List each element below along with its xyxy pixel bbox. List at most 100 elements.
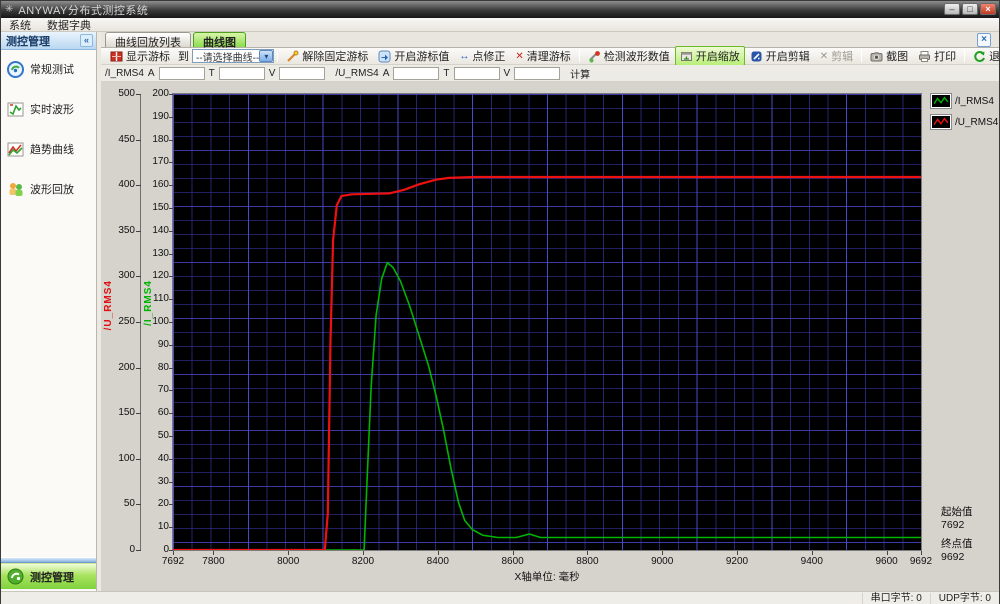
left-axis-tick-mark [136, 322, 141, 323]
content-area: 曲线回放列表 曲线图 × 显示游标 到 --请选择曲线-- ▾ 解除固定游标 开… [101, 32, 1000, 591]
clear-x-icon: ✕ [515, 50, 524, 62]
clip-icon [751, 51, 762, 61]
sidebar-item-realtime-wave[interactable]: 实时波形 [1, 98, 96, 120]
sidebar-item-label: 常规测试 [30, 64, 74, 76]
inner-axis-tick: 0 [163, 544, 169, 555]
open-zoom-button[interactable]: 开启缩放 [674, 46, 745, 66]
left-axis-tick: 400 [118, 179, 135, 191]
inner-axis-tick: 120 [152, 270, 169, 282]
inner-axis-tick: 200 [152, 88, 169, 99]
app-window: ✳ ANYWAY分布式测控系统 – □ × 系统 数据字典 测控管理 « 常规测… [0, 0, 1000, 604]
curves-svg [173, 175, 921, 550]
clip-label: 剪辑 [831, 51, 854, 63]
inner-axis-tick: 130 [152, 247, 169, 259]
exit-label: 退出 [989, 51, 1000, 63]
inner-axis-tick-mark [169, 322, 173, 323]
point-fix-button[interactable]: ↔ 点修正 [454, 46, 510, 66]
exit-button[interactable]: 退出 [968, 46, 1000, 66]
inner-axis-tick-mark [169, 162, 173, 164]
field-sub-label: V [503, 67, 511, 79]
clear-cursor-button[interactable]: ✕ 清理游标 [510, 46, 575, 66]
left-axis-tick-mark [136, 550, 141, 551]
x-axis-tick-mark [886, 551, 888, 555]
menu-system[interactable]: 系统 [1, 17, 39, 33]
remove-fixed-cursor-button[interactable]: 解除固定游标 [281, 46, 373, 66]
collapse-icon[interactable]: « [80, 34, 93, 47]
print-button[interactable]: 打印 [913, 46, 961, 66]
x-axis-tick-mark [173, 551, 174, 555]
u-rms4-v-field[interactable] [514, 66, 561, 80]
left-axis-tick-mark [136, 139, 141, 141]
restore-button[interactable]: □ [962, 3, 978, 15]
serial-bytes-status: 串口字节: 0 [861, 592, 930, 604]
inner-axis-tick: 180 [152, 133, 169, 145]
i-rms4-t-field[interactable] [218, 66, 265, 80]
close-button[interactable]: × [980, 3, 996, 15]
u-rms4-a-field[interactable] [393, 66, 440, 80]
field-sub-label: T [208, 67, 215, 79]
inner-axis-tick-mark [169, 185, 173, 187]
menu-data-dictionary[interactable]: 数据字典 [39, 17, 99, 33]
start-value: 7692 [941, 519, 965, 531]
sidebar-manage-button[interactable]: 测控管理 [1, 563, 96, 589]
x-axis-tick-mark [512, 551, 514, 555]
x-axis-tick-mark [587, 551, 589, 555]
i-rms4-a-field[interactable] [158, 66, 205, 80]
x-axis-tick: 9692 [909, 556, 933, 567]
cursor-icon [110, 51, 123, 61]
sidebar-item-wave-playback[interactable]: 波形回放 [1, 178, 96, 200]
curve-select[interactable]: --请选择曲线-- ▾ [192, 49, 275, 64]
inner-axis-tick: 190 [152, 110, 169, 122]
print-label: 打印 [934, 51, 957, 63]
detect-values-button[interactable]: 检测波形数值 [583, 46, 675, 66]
sidebar-item-trend-curve[interactable]: 趋势曲线 [1, 138, 96, 160]
x-axis-tick: 8600 [501, 556, 524, 567]
x-axis-tick-mark [921, 551, 922, 555]
clear-cursor-label: 清理游标 [526, 51, 571, 63]
inner-axis-tick: 140 [152, 224, 169, 236]
inner-axis-tick-mark [169, 208, 173, 209]
u-rms4-t-field[interactable] [453, 66, 500, 80]
left-axis-tick-mark [136, 504, 141, 506]
inner-axis-tick-mark [169, 413, 173, 415]
open-cursor-value-button[interactable]: 开启游标值 [373, 46, 454, 66]
legend-entry-i-rms4: /I_RMS4 [931, 94, 998, 108]
title-bar: ✳ ANYWAY分布式测控系统 – □ × [1, 1, 999, 18]
x-axis-tick-mark [288, 551, 290, 555]
x-axis-tick: 9400 [800, 556, 823, 567]
i-rms4-v-field[interactable] [279, 66, 326, 80]
left-axis-tick-mark [136, 367, 141, 369]
open-clip-button[interactable]: 开启剪辑 [745, 46, 815, 66]
inner-axis-tick-mark [169, 344, 173, 346]
x-axis-tick: 9000 [651, 556, 674, 567]
tab-curve-chart[interactable]: 曲线图 [193, 32, 246, 49]
trend-curve-icon [7, 142, 24, 156]
inner-axis-tick: 50 [157, 430, 169, 441]
manage-icon [7, 568, 24, 585]
minimize-button[interactable]: – [944, 3, 960, 15]
screenshot-label: 截图 [886, 51, 909, 63]
sidebar-item-regular-test[interactable]: 常规测试 [1, 58, 96, 80]
sidebar-header: 测控管理 « [1, 32, 96, 50]
inner-axis-tick: 70 [157, 384, 169, 396]
plot-area[interactable] [172, 93, 922, 551]
screenshot-button[interactable]: 截图 [865, 46, 913, 66]
tab-curve-playback-list[interactable]: 曲线回放列表 [105, 32, 191, 49]
tab-close-icon[interactable]: × [977, 33, 991, 47]
inner-axis-tick: 90 [157, 338, 169, 350]
field-sub-label: A [382, 67, 390, 79]
inner-axis-tick-mark [169, 527, 173, 529]
legend-label: /I_RMS4 [955, 95, 994, 107]
remove-fixed-cursor-label: 解除固定游标 [302, 51, 369, 63]
udp-bytes-status: UDP字节: 0 [929, 592, 999, 604]
dropdown-arrow-icon[interactable]: ▾ [259, 50, 274, 62]
x-axis-tick-mark [736, 551, 738, 555]
x-axis-tick: 8800 [576, 556, 599, 567]
calculate-button[interactable]: 计算 [570, 66, 590, 81]
chart-panel: /U_RMS4 /I_RMS4 0 50 100 150 200 250 300 350 400… [101, 82, 999, 591]
show-cursor-button[interactable]: 显示游标 [105, 46, 175, 66]
x-axis-tick: 8200 [351, 556, 375, 567]
inner-axis-tick-mark [169, 367, 173, 369]
range-info: 起始值 7692 终点值 9692 [941, 506, 973, 564]
x-axis-tick-mark [362, 551, 364, 555]
